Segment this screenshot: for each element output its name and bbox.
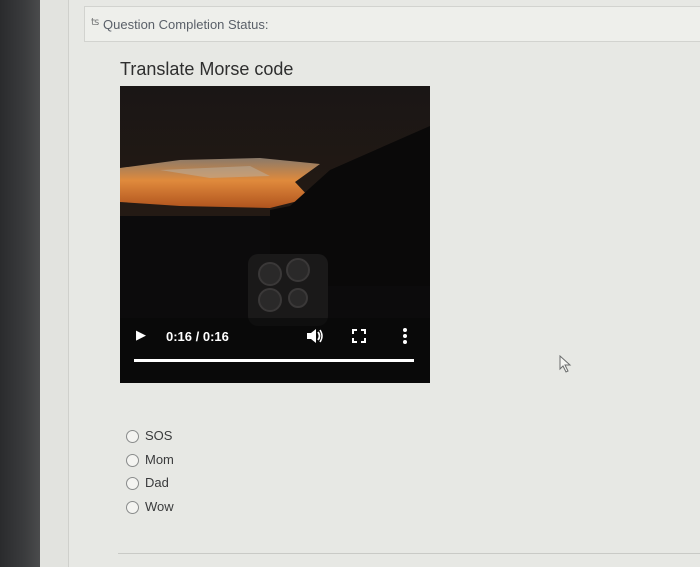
option-label: Mom xyxy=(145,451,174,467)
video-time: 0:16 / 0:16 xyxy=(166,329,229,344)
option-label: SOS xyxy=(145,428,173,443)
video-controls: ▶ 0:16 / 0:16 xyxy=(120,318,430,383)
fullscreen-icon[interactable] xyxy=(352,329,366,343)
mouse-cursor-icon xyxy=(559,355,572,373)
left-dark-edge xyxy=(0,0,40,567)
status-label: Question Completion Status: xyxy=(103,17,269,32)
left-margin-strip xyxy=(40,0,69,567)
double-chevron-icon[interactable]: ʦ xyxy=(91,17,99,28)
play-icon[interactable]: ▶ xyxy=(136,328,146,343)
radio-button[interactable] xyxy=(126,500,139,514)
video-player[interactable]: ▶ 0:16 / 0:16 xyxy=(120,86,430,383)
video-progress-fill xyxy=(134,359,414,362)
radio-button[interactable] xyxy=(126,477,139,490)
more-vertical-icon[interactable] xyxy=(402,327,408,345)
option-label: Wow xyxy=(145,498,174,514)
radio-button[interactable] xyxy=(126,453,139,467)
question-title: Translate Morse code xyxy=(120,59,294,79)
video-progress-bar[interactable] xyxy=(134,359,414,362)
question-completion-status-bar[interactable]: ʦ Question Completion Status: xyxy=(84,6,700,42)
section-divider xyxy=(118,553,700,554)
volume-icon[interactable] xyxy=(306,328,324,344)
option-label: Dad xyxy=(145,475,169,490)
radio-button[interactable] xyxy=(126,430,139,443)
